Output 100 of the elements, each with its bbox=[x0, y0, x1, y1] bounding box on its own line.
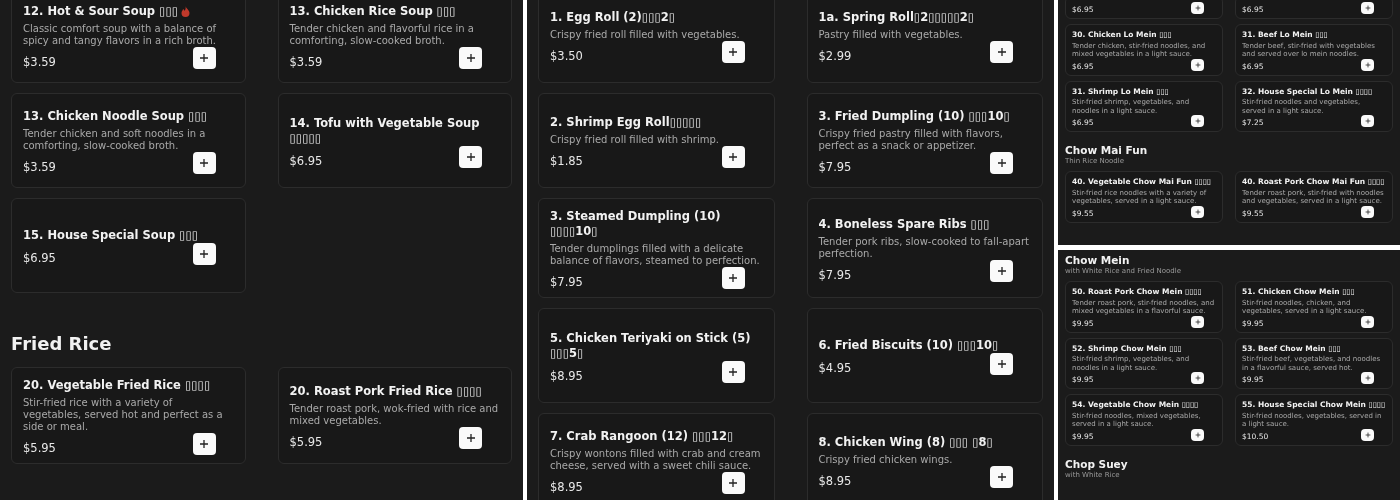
item-price: $8.95 bbox=[818, 474, 852, 488]
add-button[interactable] bbox=[192, 47, 216, 69]
add-button[interactable] bbox=[1361, 58, 1374, 71]
item-name: 5. Chicken Teriyaki on Stick (5) ▯▯▯5▯ bbox=[550, 330, 752, 361]
add-button[interactable] bbox=[1361, 315, 1374, 328]
item-name: 20. Vegetable Fried Rice ▯▯▯▯ bbox=[23, 378, 211, 393]
item-description: Crispy fried roll filled with shrimp. bbox=[550, 134, 720, 146]
plus-icon bbox=[1194, 61, 1201, 68]
section-heading: Chop Suey bbox=[1065, 457, 1129, 470]
plus-icon bbox=[728, 478, 738, 488]
item-description: Tender roast pork, wok-fried with rice and mixed vegetables. bbox=[289, 403, 500, 427]
item-name: 7. Crab Rangoon (12) ▯▯▯12▯ bbox=[550, 429, 734, 444]
add-button[interactable] bbox=[721, 472, 745, 494]
add-button[interactable] bbox=[1191, 2, 1204, 14]
add-button[interactable] bbox=[1191, 428, 1204, 441]
plus-icon bbox=[1364, 375, 1371, 381]
plus-icon bbox=[1364, 318, 1371, 325]
item-price: $6.95 bbox=[23, 251, 56, 265]
add-button[interactable] bbox=[459, 47, 482, 69]
item-description: Tender pork ribs, slow-cooked to fall-apart perfection. bbox=[818, 235, 1030, 260]
item-name: 4. Boneless Spare Ribs ▯▯▯ bbox=[818, 216, 990, 232]
item-price: $3.59 bbox=[23, 55, 56, 69]
add-button[interactable] bbox=[1361, 428, 1374, 441]
section-heading: Chow Mein bbox=[1065, 254, 1131, 266]
plus-icon bbox=[996, 265, 1007, 276]
item-name: 1a. Spring Roll▯2▯▯▯▯▯2▯ bbox=[818, 10, 975, 25]
plus-icon bbox=[199, 249, 209, 259]
add-button[interactable] bbox=[1191, 58, 1204, 71]
item-description: Crispy fried roll filled with vegetables. bbox=[550, 29, 741, 41]
item-name: 3. Fried Dumpling (10) ▯▯▯10▯ bbox=[818, 109, 1010, 124]
item-price: $3.50 bbox=[550, 49, 583, 63]
plus-icon bbox=[1364, 61, 1371, 68]
add-button[interactable] bbox=[721, 41, 745, 63]
add-button[interactable] bbox=[192, 433, 216, 455]
plus-icon bbox=[1194, 5, 1201, 11]
add-button[interactable] bbox=[1191, 315, 1204, 328]
item-description: Crispy fried pastry filled with flavors, perfect as a snack or appetizer. bbox=[818, 128, 1004, 152]
item-price: $4.95 bbox=[818, 361, 852, 375]
plus-icon bbox=[1364, 5, 1371, 11]
plus-icon bbox=[728, 366, 738, 377]
add-button[interactable] bbox=[1361, 115, 1374, 127]
plus-icon bbox=[1194, 118, 1201, 124]
plus-icon bbox=[1194, 431, 1201, 438]
item-price: $2.99 bbox=[818, 49, 852, 63]
plus-icon bbox=[1194, 375, 1201, 381]
add-button[interactable] bbox=[192, 152, 216, 174]
item-price: $1.85 bbox=[550, 154, 583, 168]
add-button[interactable] bbox=[1191, 115, 1204, 127]
item-description: Crispy fried chicken wings. bbox=[818, 454, 954, 466]
section-heading: Chow Mai Fun bbox=[1065, 144, 1149, 156]
item-name: 2. Shrimp Egg Roll▯▯▯▯▯ bbox=[550, 115, 702, 130]
add-button[interactable] bbox=[192, 243, 216, 265]
plus-icon bbox=[199, 439, 209, 449]
plus-icon bbox=[1194, 318, 1201, 325]
item-name: 13. Chicken Noodle Soup ▯▯▯ bbox=[23, 109, 208, 124]
add-button[interactable] bbox=[1361, 372, 1374, 384]
add-button[interactable] bbox=[1191, 205, 1204, 218]
add-button[interactable] bbox=[1191, 372, 1204, 384]
item-price: $5.95 bbox=[289, 435, 323, 449]
item-description: Stir-fried rice with a variety of vegetables, served hot and perfect as a side or meal. bbox=[23, 397, 224, 433]
item-name: 20. Roast Pork Fried Rice ▯▯▯▯ bbox=[289, 384, 482, 399]
item-description: Crispy wontons filled with crab and cream cheese, served with a sweet chili sauce. bbox=[550, 448, 762, 472]
plus-icon bbox=[199, 53, 209, 63]
item-name: 15. House Special Soup ▯▯▯ bbox=[23, 228, 199, 243]
item-name: 3. Steamed Dumpling (10) ▯▯▯▯10▯ bbox=[550, 209, 722, 239]
add-button[interactable] bbox=[459, 427, 482, 449]
item-name: 12. Hot & Sour Soup ▯▯▯ bbox=[23, 4, 179, 19]
add-button[interactable] bbox=[990, 41, 1013, 63]
item-price: $5.95 bbox=[23, 441, 56, 455]
item-price: $7.95 bbox=[818, 160, 852, 174]
item-price: $3.59 bbox=[23, 160, 56, 174]
item-name: 14. Tofu with Vegetable Soup ▯▯▯▯▯ bbox=[289, 115, 481, 146]
plus-icon bbox=[1364, 208, 1371, 215]
add-button[interactable] bbox=[990, 466, 1013, 488]
plus-icon bbox=[996, 359, 1007, 369]
add-button[interactable] bbox=[1361, 205, 1374, 218]
add-button[interactable] bbox=[721, 146, 745, 168]
add-button[interactable] bbox=[990, 353, 1013, 375]
plus-icon bbox=[1364, 431, 1371, 438]
add-button[interactable] bbox=[990, 259, 1013, 282]
item-name: 1. Egg Roll (2)▯▯▯2▯ bbox=[550, 10, 676, 25]
plus-icon bbox=[465, 433, 476, 443]
item-name: 8. Chicken Wing (8) ▯▯▯ ▯8▯ bbox=[818, 435, 993, 450]
item-price: $7.95 bbox=[550, 275, 583, 289]
plus-icon bbox=[728, 152, 738, 162]
plus-icon bbox=[1194, 208, 1201, 215]
item-description: Pastry filled with vegetables. bbox=[818, 29, 964, 41]
item-description: Tender chicken and soft noodles in a comforting, slow-cooked broth. bbox=[23, 128, 207, 152]
add-button[interactable] bbox=[990, 152, 1013, 174]
plus-icon bbox=[996, 47, 1007, 57]
add-button[interactable] bbox=[459, 145, 482, 168]
item-name: 6. Fried Biscuits (10) ▯▯▯10▯ bbox=[818, 338, 999, 353]
add-button[interactable] bbox=[1361, 2, 1374, 14]
item-price: $3.59 bbox=[289, 55, 323, 69]
plus-icon bbox=[728, 47, 738, 57]
plus-icon bbox=[996, 158, 1007, 168]
add-button[interactable] bbox=[721, 267, 745, 289]
item-description: Classic comfort soup with a balance of spicy and tangy flavors in a rich broth. bbox=[23, 23, 218, 47]
plus-icon bbox=[465, 53, 476, 63]
add-button[interactable] bbox=[721, 360, 745, 383]
